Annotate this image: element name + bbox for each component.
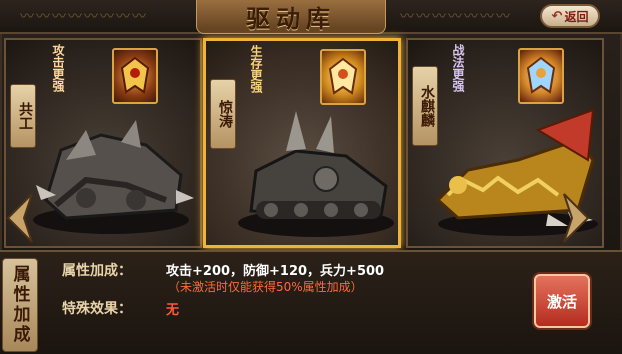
prev-arrow-button[interactable] — [0, 190, 40, 246]
attr-bonus-note: （未激活时仅能获得50%属性加成） — [168, 280, 363, 294]
vehicle-buff: 生存更强 — [249, 45, 263, 93]
dragon-ornament-left: 〰〰〰〰〰〰〰〰 — [20, 9, 148, 25]
emblem-icon — [112, 48, 158, 104]
chevron-right-icon — [563, 193, 590, 243]
dragon-ornament-right: 〰〰〰〰〰〰〰 — [400, 9, 512, 25]
emblem-icon — [320, 49, 366, 105]
back-button[interactable]: ↶ 返回 — [540, 4, 600, 28]
special-effect-label: 特殊效果： — [62, 301, 132, 317]
attr-bonus-label: 属性加成： — [62, 263, 132, 279]
back-button-label: 返回 — [564, 9, 589, 24]
attribute-tab[interactable]: 属性加成 — [2, 258, 38, 352]
back-arrow-icon: ↶ — [551, 8, 563, 24]
emblem-icon — [518, 48, 564, 104]
vehicle-buff: 攻击更强 — [51, 44, 65, 92]
next-arrow-button[interactable] — [556, 190, 596, 246]
special-effect-value: 无 — [166, 303, 180, 318]
attr-bonus-value: 攻击+200，防御+120，兵力+500 — [166, 264, 385, 279]
activate-button[interactable]: 激活 — [534, 274, 590, 328]
vehicle-image-gonggong — [33, 120, 194, 234]
page-title: 驱动库 — [196, 0, 386, 34]
chevron-left-icon — [6, 193, 33, 243]
attribute-panel: 属性加成 属性加成： 攻击+200，防御+120，兵力+500 （未激活时仅能获… — [0, 250, 622, 354]
vehicle-image-jingtao — [238, 111, 394, 237]
header-bar: 〰〰〰〰〰〰〰〰 驱动库 〰〰〰〰〰〰〰 ↶ 返回 — [0, 0, 622, 34]
vehicle-card-jingtao[interactable]: 惊涛 生存更强 — [203, 38, 401, 248]
vehicle-buff: 战法更强 — [451, 44, 465, 92]
